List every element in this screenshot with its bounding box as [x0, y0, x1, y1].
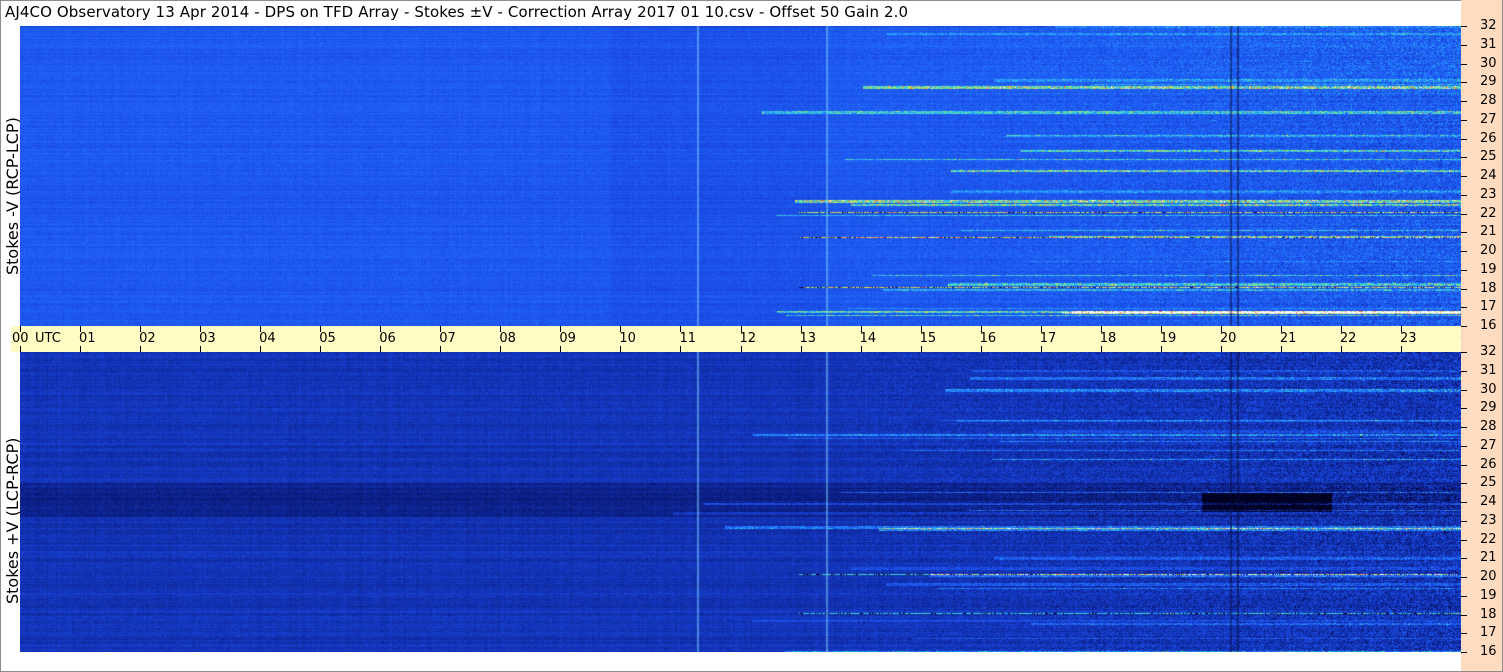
frequency-axis-label: 30 — [1480, 381, 1497, 397]
time-axis-label: 21 — [1279, 331, 1297, 346]
frequency-axis-tick — [1461, 520, 1467, 522]
frequency-axis-tick — [1461, 269, 1467, 271]
frequency-axis-label: 21 — [1480, 224, 1497, 240]
time-axis-label: 19 — [1159, 331, 1177, 346]
frequency-axis-label: 27 — [1480, 437, 1497, 453]
frequency-axis-label: 27 — [1480, 111, 1497, 127]
frequency-axis-label: 19 — [1480, 587, 1497, 603]
frequency-axis-tick — [1461, 82, 1467, 84]
frequency-axis-tick — [1461, 539, 1467, 541]
frequency-axis-tick — [1461, 213, 1467, 215]
time-axis-label: 06 — [379, 331, 396, 346]
time-axis-label: 00 — [12, 331, 29, 346]
time-axis-label: 11 — [679, 331, 696, 346]
chart-title: AJ4CO Observatory 13 Apr 2014 - DPS on T… — [5, 3, 909, 21]
frequency-axis-label: 17 — [1480, 299, 1497, 315]
frequency-axis-tick — [1461, 464, 1467, 466]
time-axis-label: 02 — [139, 331, 156, 346]
frequency-axis-tick — [1461, 63, 1467, 65]
time-axis-label: 10 — [619, 331, 636, 346]
frequency-axis-label: 26 — [1480, 456, 1497, 472]
frequency-axis-label: 26 — [1480, 130, 1497, 146]
time-axis-label: UTC — [35, 331, 61, 346]
frequency-axis-label: 23 — [1480, 512, 1497, 528]
spectrogram-canvas-top — [20, 26, 1461, 326]
frequency-axis-tick — [1461, 288, 1467, 290]
frequency-axis-tick — [1461, 44, 1467, 46]
frequency-axis-label: 20 — [1480, 569, 1497, 584]
frequency-axis-tick — [1461, 232, 1467, 234]
frequency-axis-label: 25 — [1480, 149, 1497, 165]
time-axis-label: 13 — [799, 331, 817, 346]
frequency-axis-label: 18 — [1480, 606, 1497, 622]
frequency-axis-tick — [1461, 307, 1467, 309]
time-axis-label: 18 — [1099, 331, 1117, 346]
frequency-axis-label: 21 — [1480, 550, 1497, 566]
time-axis-label: 04 — [259, 331, 276, 346]
frequency-axis-tick — [1461, 633, 1467, 635]
frequency-axis-tick — [1461, 101, 1467, 102]
time-axis-label: 14 — [859, 331, 877, 346]
frequency-axis-label: 22 — [1480, 205, 1497, 221]
time-axis-label: 09 — [559, 331, 576, 346]
frequency-axis-label: 17 — [1480, 625, 1497, 641]
frequency-axis-tick — [1461, 652, 1467, 653]
frequency-axis-tick — [1461, 445, 1467, 447]
time-axis-label: 08 — [499, 331, 516, 346]
frequency-axis-tick — [1461, 614, 1467, 616]
spectrogram-panel-stokes-minus-v — [20, 26, 1461, 326]
time-axis-label: 20 — [1219, 331, 1237, 346]
frequency-axis-label: 28 — [1480, 93, 1497, 108]
frequency-axis-label: 24 — [1480, 494, 1497, 509]
frequency-axis-label: 32 — [1480, 18, 1497, 33]
frequency-axis-tick — [1461, 577, 1467, 578]
frequency-axis-label: 30 — [1480, 55, 1497, 71]
time-axis-label: 22 — [1339, 331, 1357, 346]
frequency-axis-label: 28 — [1480, 419, 1497, 434]
frequency-axis-label: 16 — [1480, 644, 1497, 659]
frequency-axis-label: 29 — [1480, 400, 1497, 416]
time-axis-label: 16 — [979, 331, 997, 346]
time-axis-label: 05 — [319, 331, 336, 346]
frequency-axis-tick — [1461, 194, 1467, 196]
frequency-axis-label: 32 — [1480, 344, 1497, 359]
frequency-axis-tick — [1461, 370, 1467, 372]
frequency-axis-tick — [1461, 389, 1467, 391]
frequency-axis-tick — [1461, 502, 1467, 503]
frequency-axis-label: 31 — [1480, 36, 1497, 52]
frequency-axis-tick — [1461, 138, 1467, 140]
frequency-axis-tick — [1461, 176, 1467, 177]
frequency-axis-label: 20 — [1480, 243, 1497, 258]
frequency-axis-tick — [1461, 26, 1467, 27]
frequency-axis-tick — [1461, 251, 1467, 252]
frequency-axis-tick — [1461, 408, 1467, 410]
time-axis-label: 23 — [1399, 331, 1417, 346]
frequency-axis-tick — [1461, 595, 1467, 597]
frequency-axis-label: 23 — [1480, 186, 1497, 202]
frequency-axis-label: 31 — [1480, 362, 1497, 378]
frequency-axis-label: 19 — [1480, 261, 1497, 277]
frequency-axis-label: 22 — [1480, 531, 1497, 547]
spectrogram-panel-stokes-plus-v — [20, 352, 1461, 652]
time-axis-bar: 00 UTC 01 02 03 04 05 06 07 08 09 10 11 12 13 14 15 16 17 1… — [11, 326, 1497, 352]
frequency-axis-tick — [1461, 326, 1467, 327]
frequency-axis-tick — [1461, 352, 1467, 353]
time-axis-label: 12 — [739, 331, 757, 346]
frequency-axis-label: 29 — [1480, 74, 1497, 90]
frequency-axis-label: 25 — [1480, 475, 1497, 491]
frequency-axis-tick — [1461, 558, 1467, 560]
frequency-axis-tick — [1461, 483, 1467, 485]
frequency-axis-tick — [1461, 119, 1467, 121]
frequency-axis-label: 18 — [1480, 280, 1497, 296]
time-axis-label: 03 — [199, 331, 216, 346]
time-axis-label: 15 — [919, 331, 937, 346]
frequency-axis-tick — [1461, 427, 1467, 428]
time-axis-label: 01 — [79, 331, 96, 346]
spectrogram-canvas-bottom — [20, 352, 1461, 652]
frequency-axis-tick — [1461, 157, 1467, 159]
frequency-axis-label: 24 — [1480, 168, 1497, 183]
time-axis-label: 07 — [439, 331, 456, 346]
time-axis-label: 17 — [1039, 331, 1057, 346]
frequency-axis-label: 16 — [1480, 318, 1497, 333]
